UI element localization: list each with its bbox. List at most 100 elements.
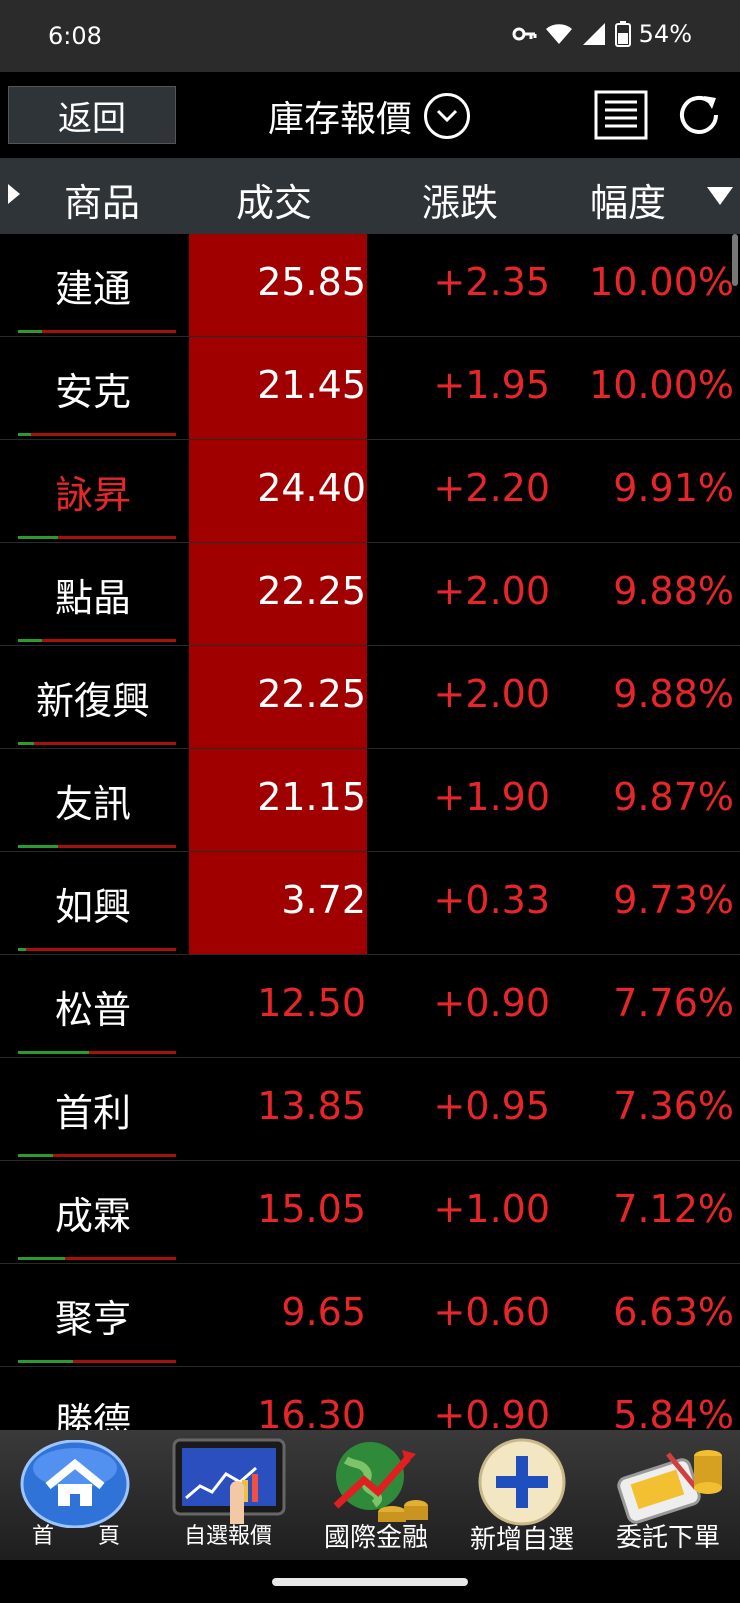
nav-watchlist-label: 自選報價	[183, 1524, 272, 1549]
stock-change: +0.95	[433, 1084, 550, 1128]
stock-price: 25.85	[257, 260, 366, 304]
stock-percent: 9.88%	[613, 569, 734, 613]
table-row[interactable]: 新復興 22.25 +2.00 9.88%	[0, 646, 740, 749]
table-row[interactable]: 聚亨 9.65 +0.60 6.63%	[0, 1264, 740, 1367]
stock-name[interactable]: 安克	[0, 337, 186, 440]
volume-bar-green	[18, 948, 26, 951]
page-title-dropdown[interactable]: 庫存報價	[268, 88, 471, 144]
table-row[interactable]: 建通 25.85 +2.35 10.00%	[0, 234, 740, 337]
stock-name[interactable]: 成霖	[0, 1161, 186, 1264]
stock-name[interactable]: 新復興	[0, 646, 186, 749]
volume-bar-green	[18, 433, 31, 436]
volume-bar	[18, 536, 176, 539]
stock-name[interactable]: 聚亨	[0, 1264, 186, 1367]
stock-name[interactable]: 首利	[0, 1058, 186, 1161]
table-row[interactable]: 詠昇 24.40 +2.20 9.91%	[0, 440, 740, 543]
nav-order[interactable]: 委託下單	[598, 1430, 738, 1560]
stock-name[interactable]: 勝德	[0, 1367, 186, 1430]
scrollbar[interactable]	[732, 234, 738, 286]
volume-bar-green	[18, 1154, 53, 1157]
list-icon[interactable]	[594, 90, 648, 140]
volume-bar-green	[18, 1257, 66, 1260]
volume-bar-green	[18, 742, 34, 745]
stock-change: +2.35	[433, 260, 550, 304]
title-bar: 返回 庫存報價	[0, 72, 740, 158]
nav-add-watch[interactable]: 新增自選	[452, 1430, 592, 1560]
nav-watchlist[interactable]: 自選報價	[158, 1430, 298, 1560]
stock-percent: 9.73%	[613, 878, 734, 922]
header-product[interactable]: 商品	[64, 172, 140, 227]
header-change[interactable]: 漲跌	[422, 172, 498, 227]
stock-change: +0.90	[433, 1393, 550, 1430]
stock-percent: 9.88%	[613, 672, 734, 716]
table-row[interactable]: 松普 12.50 +0.90 7.76%	[0, 955, 740, 1058]
refresh-icon[interactable]	[672, 88, 726, 142]
stock-change: +2.20	[433, 466, 550, 510]
back-button[interactable]: 返回	[8, 86, 176, 144]
stock-price: 22.25	[257, 569, 366, 613]
key-icon	[512, 27, 537, 41]
page-title: 庫存報價	[268, 99, 413, 140]
wifi-icon	[545, 24, 572, 44]
table-row[interactable]: 勝德 16.30 +0.90 5.84%	[0, 1367, 740, 1430]
stock-name[interactable]: 如興	[0, 852, 186, 955]
stock-change: +1.95	[433, 363, 550, 407]
stock-change: +0.33	[433, 878, 550, 922]
table-row[interactable]: 點晶 22.25 +2.00 9.88%	[0, 543, 740, 646]
table-row[interactable]: 安克 21.45 +1.95 10.00%	[0, 337, 740, 440]
stock-change: +1.90	[433, 775, 550, 819]
battery-percent: 54%	[638, 20, 692, 48]
stock-percent: 10.00%	[589, 260, 734, 304]
volume-bar	[18, 639, 176, 642]
table-row[interactable]: 首利 13.85 +0.95 7.36%	[0, 1058, 740, 1161]
stock-percent: 7.12%	[613, 1187, 734, 1231]
header-price[interactable]: 成交	[236, 172, 312, 227]
stock-name[interactable]: 建通	[0, 234, 186, 337]
nav-international-label: 國際金融	[323, 1523, 428, 1553]
stock-name[interactable]: 友訊	[0, 749, 186, 852]
stock-price: 24.40	[257, 466, 366, 510]
table-row[interactable]: 成霖 15.05 +1.00 7.12%	[0, 1161, 740, 1264]
play-arrow-icon[interactable]	[6, 182, 22, 206]
nav-order-label: 委託下單	[615, 1523, 720, 1553]
table-header: 商品 成交 漲跌 幅度	[0, 158, 740, 234]
volume-bar	[18, 845, 176, 848]
table-row[interactable]: 友訊 21.15 +1.90 9.87%	[0, 749, 740, 852]
stock-price: 16.30	[257, 1393, 366, 1430]
stock-percent: 10.00%	[589, 363, 734, 407]
stock-price: 13.85	[257, 1084, 366, 1128]
stock-change: +1.00	[433, 1187, 550, 1231]
stock-percent: 9.87%	[613, 775, 734, 819]
tablet-chart-icon	[172, 1438, 286, 1524]
stock-price: 9.65	[281, 1290, 366, 1334]
stock-name[interactable]: 點晶	[0, 543, 186, 646]
volume-bar	[18, 433, 176, 436]
stock-name[interactable]: 松普	[0, 955, 186, 1058]
table-row[interactable]: 如興 3.72 +0.33 9.73%	[0, 852, 740, 955]
status-icons: 54%	[511, 20, 692, 48]
signal-icon	[582, 23, 605, 45]
stock-price: 22.25	[257, 672, 366, 716]
nav-home[interactable]: 首 頁	[6, 1430, 146, 1560]
stock-change: +2.00	[433, 672, 550, 716]
stock-name[interactable]: 詠昇	[0, 440, 186, 543]
nav-add-watch-label: 新增自選	[469, 1525, 574, 1555]
stock-price: 12.50	[257, 981, 366, 1025]
nav-international[interactable]: 國際金融	[306, 1430, 446, 1560]
stock-percent: 7.36%	[613, 1084, 734, 1128]
volume-bar-green	[18, 845, 58, 848]
stock-price: 21.15	[257, 775, 366, 819]
volume-bar	[18, 1257, 176, 1260]
stock-change: +2.00	[433, 569, 550, 613]
stock-price: 21.45	[257, 363, 366, 407]
header-percent[interactable]: 幅度	[590, 172, 666, 227]
chevron-down-icon	[424, 93, 471, 139]
home-indicator[interactable]	[272, 1578, 468, 1586]
volume-bar	[18, 1051, 176, 1054]
volume-bar	[18, 1360, 176, 1363]
sort-down-icon[interactable]	[706, 186, 734, 206]
volume-bar	[18, 330, 176, 333]
stock-percent: 5.84%	[613, 1393, 734, 1430]
quote-table[interactable]: 建通 25.85 +2.35 10.00% 安克 21.45 +1.95 10.00% 詠昇 24…	[0, 234, 740, 1430]
home-icon	[20, 1440, 130, 1528]
